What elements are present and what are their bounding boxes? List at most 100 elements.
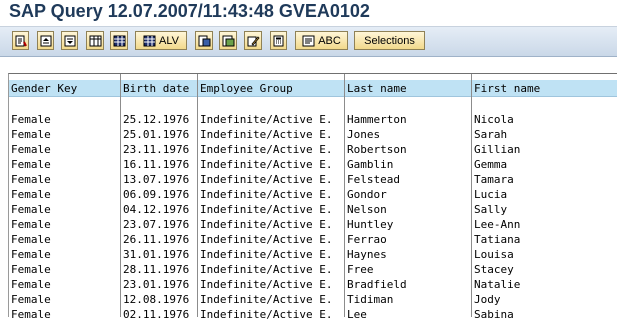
text-export-button[interactable]: ABC bbox=[295, 31, 348, 50]
cell-birth-date[interactable]: 04.12.1976 bbox=[121, 202, 197, 217]
table-row[interactable]: Female 26.11.1976 Indefinite/Active E. Ferr… bbox=[9, 232, 617, 247]
cell-last-name[interactable]: Ferrao bbox=[345, 232, 471, 247]
cell-last-name[interactable]: Bradfield bbox=[345, 277, 471, 292]
cell-first-name[interactable]: Sarah bbox=[472, 127, 617, 142]
cell-first-name[interactable]: Natalie bbox=[472, 277, 617, 292]
cell-employee-group[interactable]: Indefinite/Active E. bbox=[198, 112, 344, 127]
cell-birth-date[interactable]: 13.07.1976 bbox=[121, 172, 197, 187]
cell-gender-key[interactable]: Female bbox=[9, 112, 120, 127]
cell-employee-group[interactable]: Indefinite/Active E. bbox=[198, 202, 344, 217]
cell-first-name[interactable]: Sally bbox=[472, 202, 617, 217]
cell-first-name[interactable]: Stacey bbox=[472, 262, 617, 277]
column-header-first-name[interactable]: First name bbox=[472, 80, 617, 97]
cell-employee-group[interactable]: Indefinite/Active E. bbox=[198, 127, 344, 142]
cell-last-name[interactable]: Huntley bbox=[345, 217, 471, 232]
cell-birth-date[interactable]: 28.11.1976 bbox=[121, 262, 197, 277]
cell-last-name[interactable]: Felstead bbox=[345, 172, 471, 187]
table-row[interactable]: Female 28.11.1976 Indefinite/Active E. Free… bbox=[9, 262, 617, 277]
table-row[interactable]: Female 23.07.1976 Indefinite/Active E. Hunt… bbox=[9, 217, 617, 232]
cell-last-name[interactable]: Robertson bbox=[345, 142, 471, 157]
cell-last-name[interactable]: Jones bbox=[345, 127, 471, 142]
table-row[interactable]: Female 23.11.1976 Indefinite/Active E. Robe… bbox=[9, 142, 617, 157]
cell-gender-key[interactable]: Female bbox=[9, 307, 120, 322]
cell-last-name[interactable]: Free bbox=[345, 262, 471, 277]
table-row[interactable]: Female 25.01.1976 Indefinite/Active E. Jone… bbox=[9, 127, 617, 142]
cell-birth-date[interactable]: 02.11.1976 bbox=[121, 307, 197, 322]
selections-button[interactable]: Selections bbox=[354, 31, 425, 50]
cell-gender-key[interactable]: Female bbox=[9, 142, 120, 157]
table-row[interactable]: Female 16.11.1976 Indefinite/Active E. Gamb… bbox=[9, 157, 617, 172]
cell-first-name[interactable]: Jody bbox=[472, 292, 617, 307]
table-row[interactable]: Female 13.07.1976 Indefinite/Active E. Fels… bbox=[9, 172, 617, 187]
cell-first-name[interactable]: Tatiana bbox=[472, 232, 617, 247]
cell-employee-group[interactable]: Indefinite/Active E. bbox=[198, 262, 344, 277]
cell-birth-date[interactable]: 23.07.1976 bbox=[121, 217, 197, 232]
cell-first-name[interactable]: Lee-Ann bbox=[472, 217, 617, 232]
cell-gender-key[interactable]: Female bbox=[9, 172, 120, 187]
cell-employee-group[interactable]: Indefinite/Active E. bbox=[198, 232, 344, 247]
word-processing-button[interactable] bbox=[195, 31, 213, 50]
cell-gender-key[interactable]: Female bbox=[9, 127, 120, 142]
sort-ascending-button[interactable] bbox=[37, 31, 54, 50]
cell-employee-group[interactable]: Indefinite/Active E. bbox=[198, 157, 344, 172]
column-header-gender-key[interactable]: Gender Key bbox=[9, 80, 120, 97]
cell-birth-date[interactable]: 25.12.1976 bbox=[121, 112, 197, 127]
alv-grid-button[interactable]: ALV bbox=[135, 31, 187, 50]
cell-birth-date[interactable]: 12.08.1976 bbox=[121, 292, 197, 307]
cell-first-name[interactable]: Lucia bbox=[472, 187, 617, 202]
table-grid-button[interactable] bbox=[110, 31, 128, 50]
cell-first-name[interactable]: Tamara bbox=[472, 172, 617, 187]
cell-birth-date[interactable]: 25.01.1976 bbox=[121, 127, 197, 142]
column-header-birth-date[interactable]: Birth date bbox=[121, 80, 197, 97]
table-row[interactable]: Female 12.08.1976 Indefinite/Active E. Tidi… bbox=[9, 292, 617, 307]
cell-last-name[interactable]: Lee bbox=[345, 307, 471, 322]
cell-first-name[interactable]: Gillian bbox=[472, 142, 617, 157]
cell-first-name[interactable]: Sabina bbox=[472, 307, 617, 322]
edit-pencil-button[interactable] bbox=[244, 31, 262, 50]
cell-first-name[interactable]: Louisa bbox=[472, 247, 617, 262]
calculator-button[interactable] bbox=[270, 31, 287, 50]
choose-layout-button[interactable] bbox=[86, 31, 104, 50]
cell-first-name[interactable]: Nicola bbox=[472, 112, 617, 127]
cell-gender-key[interactable]: Female bbox=[9, 262, 120, 277]
cell-employee-group[interactable]: Indefinite/Active E. bbox=[198, 217, 344, 232]
table-row[interactable]: Female 06.09.1976 Indefinite/Active E. Gond… bbox=[9, 187, 617, 202]
cell-employee-group[interactable]: Indefinite/Active E. bbox=[198, 307, 344, 322]
cell-first-name[interactable]: Gemma bbox=[472, 157, 617, 172]
cell-gender-key[interactable]: Female bbox=[9, 292, 120, 307]
column-header-last-name[interactable]: Last name bbox=[345, 80, 471, 97]
table-row[interactable]: Female 31.01.1976 Indefinite/Active E. Hayn… bbox=[9, 247, 617, 262]
cell-gender-key[interactable]: Female bbox=[9, 217, 120, 232]
cell-gender-key[interactable]: Female bbox=[9, 277, 120, 292]
cell-birth-date[interactable]: 23.11.1976 bbox=[121, 142, 197, 157]
cell-employee-group[interactable]: Indefinite/Active E. bbox=[198, 247, 344, 262]
cell-employee-group[interactable]: Indefinite/Active E. bbox=[198, 292, 344, 307]
cell-birth-date[interactable]: 06.09.1976 bbox=[121, 187, 197, 202]
cell-gender-key[interactable]: Female bbox=[9, 187, 120, 202]
cell-last-name[interactable]: Tidiman bbox=[345, 292, 471, 307]
cell-gender-key[interactable]: Female bbox=[9, 202, 120, 217]
cell-employee-group[interactable]: Indefinite/Active E. bbox=[198, 172, 344, 187]
table-row[interactable]: Female 02.11.1976 Indefinite/Active E. Lee S… bbox=[9, 307, 617, 322]
cell-birth-date[interactable]: 26.11.1976 bbox=[121, 232, 197, 247]
table-row[interactable]: Female 23.01.1976 Indefinite/Active E. Brad… bbox=[9, 277, 617, 292]
cell-gender-key[interactable]: Female bbox=[9, 157, 120, 172]
cell-birth-date[interactable]: 23.01.1976 bbox=[121, 277, 197, 292]
table-row[interactable]: Female 04.12.1976 Indefinite/Active E. Nels… bbox=[9, 202, 617, 217]
cell-last-name[interactable]: Haynes bbox=[345, 247, 471, 262]
cell-gender-key[interactable]: Female bbox=[9, 232, 120, 247]
cell-employee-group[interactable]: Indefinite/Active E. bbox=[198, 277, 344, 292]
cell-employee-group[interactable]: Indefinite/Active E. bbox=[198, 142, 344, 157]
table-row[interactable]: Female 25.12.1976 Indefinite/Active E. Hamm… bbox=[9, 112, 617, 127]
cell-last-name[interactable]: Gamblin bbox=[345, 157, 471, 172]
cell-last-name[interactable]: Gondor bbox=[345, 187, 471, 202]
cell-birth-date[interactable]: 31.01.1976 bbox=[121, 247, 197, 262]
cell-employee-group[interactable]: Indefinite/Active E. bbox=[198, 187, 344, 202]
column-header-employee-group[interactable]: Employee Group bbox=[198, 80, 344, 97]
cell-gender-key[interactable]: Female bbox=[9, 247, 120, 262]
select-detail-button[interactable] bbox=[12, 31, 29, 50]
sort-descending-button[interactable] bbox=[61, 31, 78, 50]
cell-birth-date[interactable]: 16.11.1976 bbox=[121, 157, 197, 172]
cell-last-name[interactable]: Nelson bbox=[345, 202, 471, 217]
spreadsheet-export-button[interactable] bbox=[219, 31, 237, 50]
